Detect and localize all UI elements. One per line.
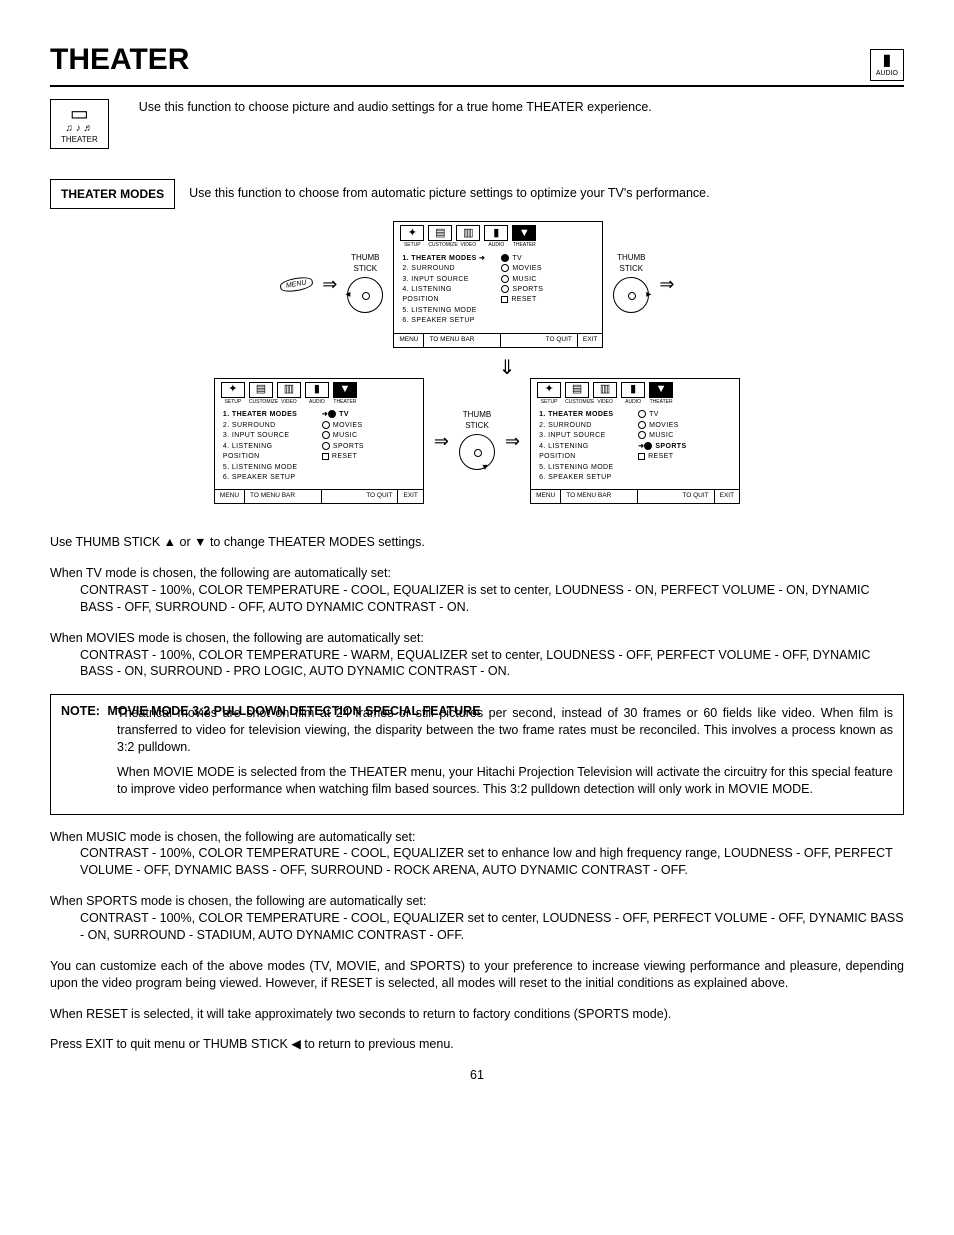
osd-left: ✦SETUP ▤CUSTOMIZE ▥VIDEO ▮AUDIO ▼THEATER… bbox=[214, 378, 424, 505]
customize-para: You can customize each of the above mode… bbox=[50, 958, 904, 992]
arrow-right-icon: ⇒ bbox=[434, 429, 449, 453]
thumbstick-icon: THUMB STICK bbox=[459, 410, 495, 472]
instruction-thumbstick: Use THUMB STICK ▲ or ▼ to change THEATER… bbox=[50, 534, 904, 551]
page-title: THEATER bbox=[50, 40, 189, 81]
page-number: 61 bbox=[50, 1067, 904, 1084]
osd-top: ✦SETUP ▤CUSTOMIZE ▥VIDEO ▮AUDIO ▼THEATER… bbox=[393, 221, 603, 348]
note-box: NOTE: MOVIE MODE 3:2 PULLDOWN DETECTION … bbox=[50, 694, 904, 814]
tv-mode-para: When TV mode is chosen, the following ar… bbox=[50, 565, 904, 616]
thumbstick-icon: THUMB STICK bbox=[347, 253, 383, 315]
exit-para: Press EXIT to quit menu or THUMB STICK ◀… bbox=[50, 1036, 904, 1053]
arrow-right-icon: ⇒ bbox=[322, 272, 337, 296]
audio-icon: ▮ AUDIO bbox=[870, 49, 904, 81]
reset-para: When RESET is selected, it will take app… bbox=[50, 1006, 904, 1023]
music-mode-para: When MUSIC mode is chosen, the following… bbox=[50, 829, 904, 880]
intro-text: Use this function to choose picture and … bbox=[139, 99, 652, 116]
menu-button-icon: MENU bbox=[279, 275, 313, 294]
arrow-right-icon: ⇒ bbox=[505, 429, 520, 453]
movies-mode-para: When MOVIES mode is chosen, the followin… bbox=[50, 630, 904, 681]
thumbstick-icon: THUMB STICK bbox=[613, 253, 649, 315]
theater-modes-label: THEATER MODES bbox=[50, 179, 175, 209]
flow-diagram: MENU ⇒ THUMB STICK ✦SETUP ▤CUSTOMIZE ▥VI… bbox=[50, 221, 904, 514]
arrow-right-icon: ⇒ bbox=[659, 272, 674, 296]
osd-right: ✦SETUP ▤CUSTOMIZE ▥VIDEO ▮AUDIO ▼THEATER… bbox=[530, 378, 740, 505]
arrow-down-icon: ⇓ bbox=[274, 358, 740, 378]
modes-desc: Use this function to choose from automat… bbox=[189, 185, 709, 202]
theater-icon: ▭ ♫ ♪ ♬ THEATER bbox=[50, 99, 109, 149]
sports-mode-para: When SPORTS mode is chosen, the followin… bbox=[50, 893, 904, 944]
